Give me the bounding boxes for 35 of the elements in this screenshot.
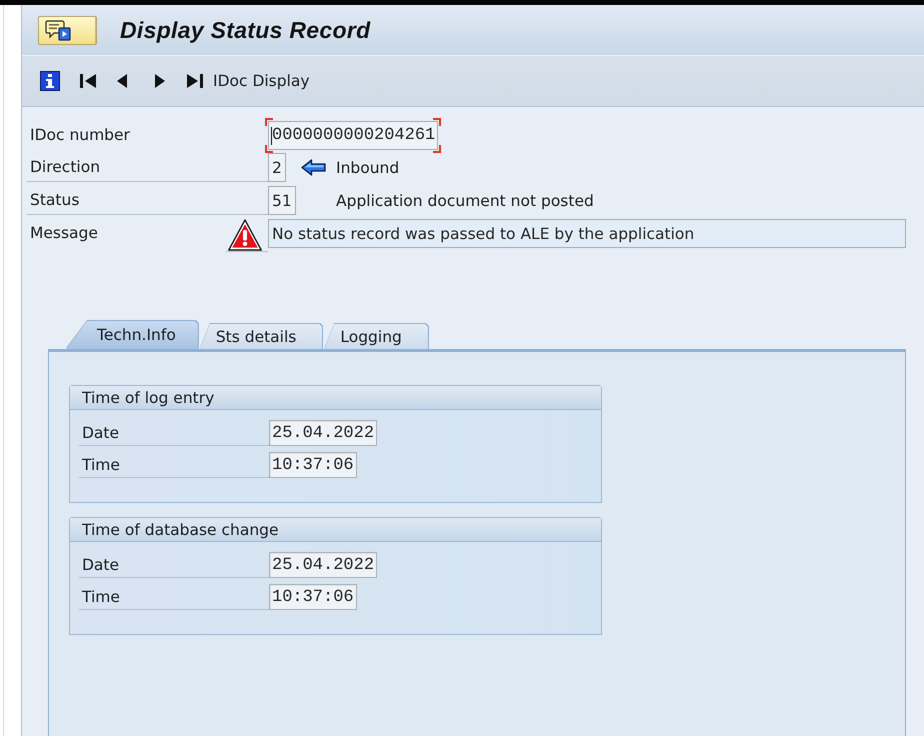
speech-bubble-button[interactable] bbox=[38, 16, 97, 44]
group-title: Time of log entry bbox=[70, 386, 601, 410]
last-page-icon bbox=[187, 74, 203, 88]
input-field[interactable]: 10:37:06 bbox=[269, 452, 357, 478]
tab[interactable]: Logging bbox=[324, 324, 428, 349]
tab[interactable]: Techn.Info bbox=[66, 321, 198, 349]
field-label: Message bbox=[30, 224, 98, 242]
next-icon bbox=[155, 74, 165, 88]
input-field[interactable]: 25.04.2022 bbox=[269, 420, 378, 446]
left-arrow-icon bbox=[301, 159, 326, 176]
field-label: Status bbox=[30, 191, 80, 209]
input-field[interactable]: 2 bbox=[268, 153, 286, 182]
field-label: Direction bbox=[30, 158, 100, 176]
field-text: Application document not posted bbox=[336, 192, 594, 210]
input-field[interactable]: 10:37:06 bbox=[269, 584, 357, 610]
field-text: Inbound bbox=[336, 158, 400, 176]
text-cursor-icon bbox=[271, 126, 272, 144]
speech-bubble-icon bbox=[45, 20, 71, 40]
first-page-icon bbox=[80, 74, 96, 88]
field-label: Time bbox=[82, 588, 120, 606]
input-field[interactable]: 25.04.2022 bbox=[269, 552, 378, 578]
warning-icon bbox=[228, 218, 262, 250]
window-title: Display Status Record bbox=[120, 16, 370, 44]
field-label: IDoc number bbox=[30, 126, 130, 144]
input-field[interactable]: 51 bbox=[268, 186, 296, 215]
input-field[interactable]: No status record was passed to ALE by the application bbox=[268, 219, 906, 248]
field-label: Time bbox=[82, 456, 120, 474]
info-icon bbox=[40, 71, 60, 91]
tab[interactable]: Sts details bbox=[200, 324, 322, 349]
toolbar-button[interactable]: IDoc Display bbox=[209, 68, 314, 94]
group-title: Time of database change bbox=[70, 518, 601, 542]
previous-icon bbox=[117, 74, 127, 88]
field-label: Date bbox=[82, 424, 120, 442]
input-field[interactable]: 0000000000204261 bbox=[265, 118, 442, 153]
field-label: Date bbox=[82, 556, 120, 574]
